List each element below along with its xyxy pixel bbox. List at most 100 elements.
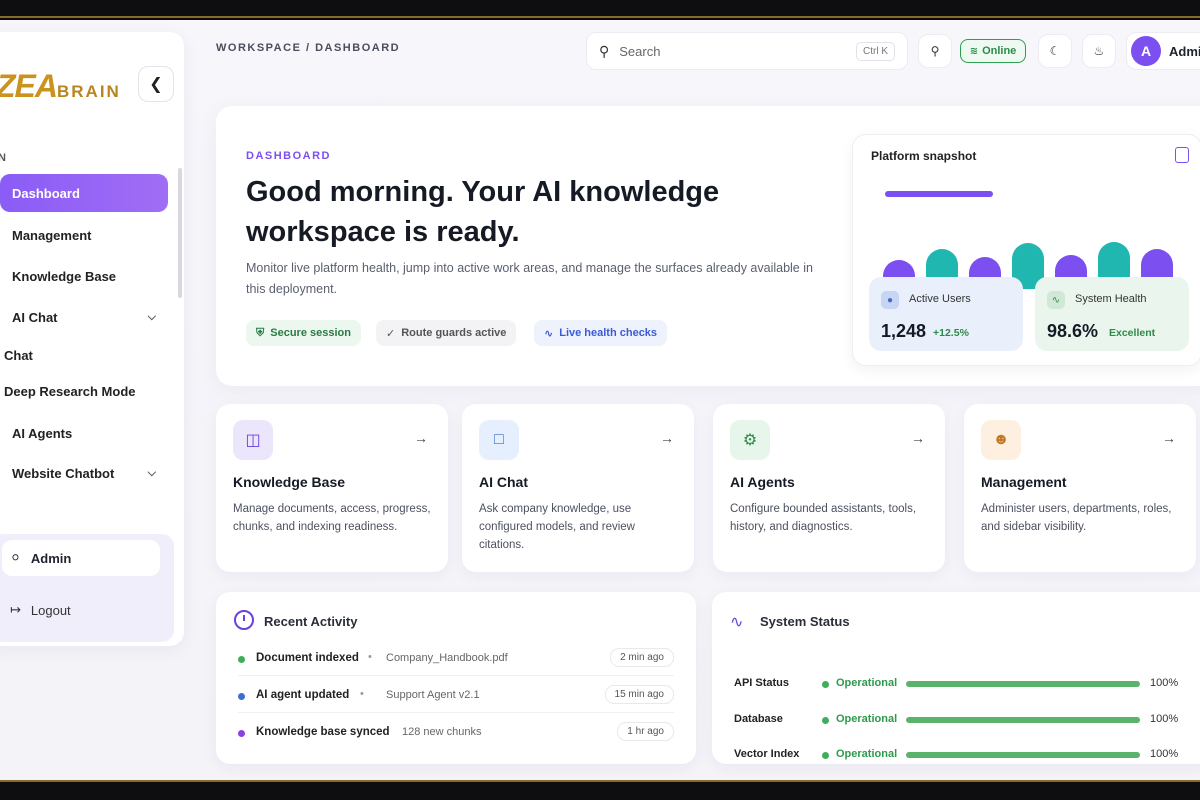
admin-label: Admin <box>30 550 72 566</box>
activity-time: 2 min ago <box>610 648 674 667</box>
sidebar-item-management[interactable]: Management <box>0 216 168 254</box>
activity-title: AI agent updated <box>256 689 350 701</box>
logout-label: Logout <box>30 602 71 618</box>
system-status-panel: ∿ System Status API Status Operational 1… <box>712 592 1200 764</box>
sidebar-item-label: AI Chat <box>12 309 58 325</box>
arrow-right-icon: → <box>911 430 925 446</box>
status-progress-bar <box>906 717 1140 723</box>
shield-icon: ⛨ <box>256 326 265 339</box>
clock-icon <box>234 610 254 630</box>
user-menu-button[interactable]: A Admin <box>1126 32 1200 70</box>
status-label: Database <box>734 713 783 725</box>
logo-text-big: ZEA <box>0 68 58 104</box>
logout-button[interactable]: ↦ Logout <box>10 602 71 618</box>
sidebar-subitem-chat[interactable]: Chat <box>0 336 160 374</box>
status-percent: 100% <box>1150 713 1179 725</box>
status-dot <box>822 681 829 688</box>
sidebar-item-label: Chat <box>4 347 33 363</box>
user-name: Admin <box>1169 43 1200 59</box>
notifications-button[interactable]: ♨ <box>1082 34 1116 68</box>
sidebar-item-label: Deep Research Mode <box>4 383 136 399</box>
card-description: Administer users, departments, roles, an… <box>981 503 1172 533</box>
pulse-icon: ∿ <box>1047 291 1065 309</box>
ai-chat-card[interactable]: □ → AI Chat Ask company knowledge, use c… <box>462 404 694 572</box>
status-percent: 100% <box>1150 748 1179 760</box>
bell-icon: ♨ <box>1093 44 1105 58</box>
status-progress-bar <box>906 681 1140 687</box>
collapse-sidebar-button[interactable]: ❮ <box>138 66 174 102</box>
chevron-left-icon: ❮ <box>149 76 163 93</box>
sidebar-item-website-chatbot[interactable]: Website Chatbot ⌵ <box>0 454 168 492</box>
card-description: Configure bounded assistants, tools, his… <box>730 503 917 533</box>
ai-agents-card[interactable]: ⚙ → AI Agents Configure bounded assistan… <box>713 404 945 572</box>
status-dot <box>822 717 829 724</box>
metric-label: System Health <box>1075 293 1147 305</box>
activity-row[interactable]: AI agent updated • Support Agent v2.1 15… <box>238 683 674 713</box>
activity-time: 1 hr ago <box>617 722 674 741</box>
wifi-icon: ≋ <box>969 45 979 57</box>
active-users-metric: ● Active Users 1,248 +12.5% <box>869 277 1023 351</box>
online-status-badge[interactable]: ≋ Online <box>960 39 1026 63</box>
hero-eyebrow: DASHBOARD <box>246 150 331 162</box>
card-title: Management <box>981 474 1067 490</box>
status-state: Operational <box>836 713 898 725</box>
online-label: Online <box>982 45 1017 57</box>
sidebar-item-ai-chat[interactable]: AI Chat ⌵ <box>0 298 168 336</box>
logo-text-small: BRAIN <box>57 82 121 101</box>
welcome-hero: DASHBOARD Good morning. Your AI knowledg… <box>216 106 1200 386</box>
sidebar-scrollbar[interactable] <box>178 168 182 298</box>
sidebar-item-dashboard[interactable]: Dashboard <box>0 174 168 212</box>
status-label: Vector Index <box>734 748 800 760</box>
search-icon: ⚲ <box>930 44 940 58</box>
status-row-database: Database Operational 100% <box>734 710 1200 730</box>
activity-row[interactable]: Document indexed • Company_Handbook.pdf … <box>238 646 674 676</box>
activity-row[interactable]: Knowledge base synced 128 new chunks 1 h… <box>238 720 674 750</box>
card-title: Knowledge Base <box>233 474 346 490</box>
status-dot <box>238 693 245 700</box>
status-percent: 100% <box>1150 677 1179 689</box>
database-icon: ◫ <box>233 420 273 460</box>
knowledge-base-card[interactable]: ◫ → Knowledge Base Manage documents, acc… <box>216 404 448 572</box>
sidebar-section-label: IN <box>0 152 7 164</box>
breadcrumb: WORKSPACE / DASHBOARD <box>216 42 401 54</box>
document-icon[interactable] <box>1175 147 1189 163</box>
sidebar-item-label: Dashboard <box>12 185 80 201</box>
search-bar[interactable]: ⚲ Ctrl K <box>586 32 908 70</box>
management-card[interactable]: ☻ → Management Administer users, departm… <box>964 404 1196 572</box>
card-description: Ask company knowledge, use configured mo… <box>479 503 635 551</box>
system-health-metric: ∿ System Health 98.6% Excellent <box>1035 277 1189 351</box>
search-button[interactable]: ⚲ <box>918 34 952 68</box>
status-dot <box>238 730 245 737</box>
sidebar-subitem-deep-research[interactable]: Deep Research Mode <box>0 372 160 410</box>
sidebar-item-label: AI Agents <box>12 425 73 441</box>
search-icon: ⚲ <box>599 42 610 59</box>
search-shortcut-badge: Ctrl K <box>856 42 895 61</box>
sidebar-item-ai-agents[interactable]: AI Agents <box>0 414 168 452</box>
snapshot-progress-line <box>885 191 993 197</box>
status-row-api: API Status Operational 100% <box>734 674 1200 694</box>
panel-title: Recent Activity <box>264 614 358 629</box>
arrow-right-icon: → <box>414 430 428 446</box>
avatar: A <box>1131 36 1161 66</box>
sidebar-item-knowledge-base[interactable]: Knowledge Base <box>0 257 168 295</box>
platform-snapshot-card: Platform snapshot ● Active Users 1,248 +… <box>852 134 1200 366</box>
arrow-right-icon: → <box>660 430 674 446</box>
secure-session-chip: ⛨ Secure session <box>246 320 361 346</box>
activity-time: 15 min ago <box>604 685 674 704</box>
page-title: Good morning. Your AI knowledge workspac… <box>246 176 720 248</box>
status-state: Operational <box>836 748 898 760</box>
pulse-icon: ∿ <box>544 327 554 340</box>
brand-logo[interactable]: ZEABRAIN <box>0 68 121 105</box>
activity-title: Document indexed <box>256 652 359 664</box>
chevron-down-icon: ⌵ <box>147 466 156 479</box>
panel-title: System Status <box>760 614 850 629</box>
chevron-down-icon: ⌵ <box>147 310 156 323</box>
sidebar-item-label: Management <box>12 227 92 243</box>
search-input[interactable] <box>619 43 820 59</box>
status-progress-bar <box>906 752 1140 758</box>
metric-label: Active Users <box>909 293 971 305</box>
chip-label: Live health checks <box>559 327 658 339</box>
admin-profile-button[interactable]: ⚪ Admin <box>2 540 160 576</box>
chip-label: Secure session <box>270 327 351 339</box>
theme-toggle-button[interactable]: ☾ <box>1038 34 1072 68</box>
